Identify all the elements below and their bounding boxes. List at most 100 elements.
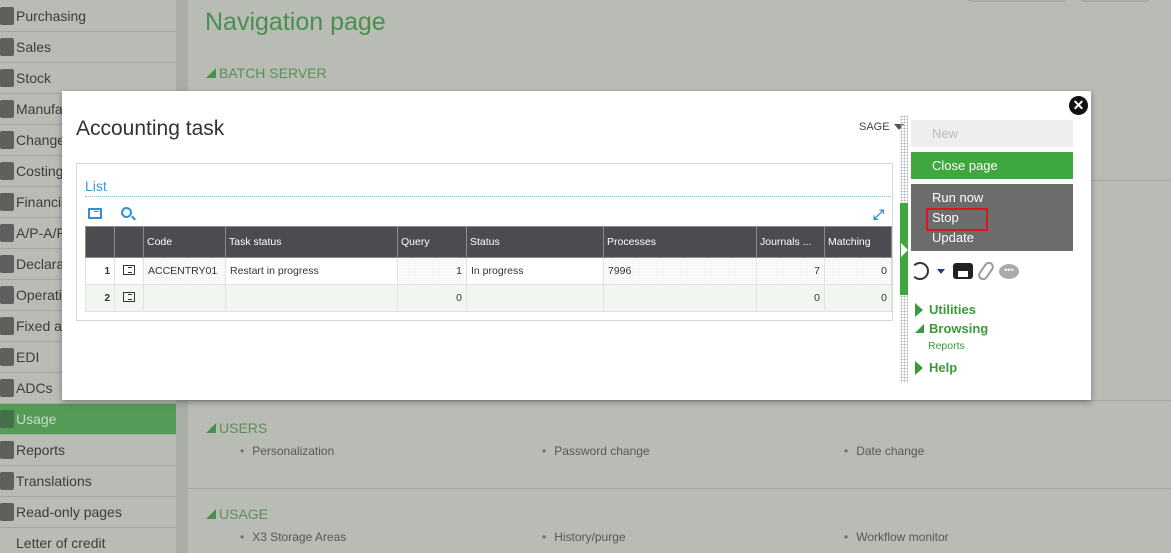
column-header-processes[interactable]: Processes bbox=[603, 226, 757, 258]
expand-icon bbox=[915, 360, 923, 375]
sidebar-item-label: Costing bbox=[16, 163, 64, 179]
refresh-icon[interactable] bbox=[911, 262, 929, 280]
link-personalization[interactable]: Personalization bbox=[240, 444, 334, 458]
stop-button[interactable]: Stop bbox=[932, 210, 959, 225]
link-password-change[interactable]: Password change bbox=[542, 444, 649, 458]
run-now-button[interactable]: Run now bbox=[932, 190, 983, 205]
read-only-icon bbox=[0, 503, 14, 521]
expand-icon[interactable]: ⤢ bbox=[873, 206, 884, 223]
user-menu[interactable]: SAGE bbox=[859, 121, 904, 133]
close-icon[interactable]: ✕ bbox=[1069, 96, 1088, 115]
column-header-matching[interactable]: Matching bbox=[824, 226, 892, 258]
row-number: 1 bbox=[85, 257, 115, 285]
cell-processes[interactable]: 7996 bbox=[603, 257, 757, 285]
sidebar-item-label: Purchasing bbox=[16, 7, 87, 24]
sidebar-item-label: Letter of credit bbox=[16, 535, 106, 551]
comment-icon[interactable]: ••• bbox=[999, 263, 1019, 279]
cell-journals[interactable]: 0 bbox=[756, 284, 825, 312]
section-title: USERS bbox=[219, 420, 268, 436]
sidebar-item-read-only-pages[interactable]: Read-only pages bbox=[0, 497, 176, 528]
cell-task-status bbox=[225, 284, 398, 312]
sales-icon bbox=[0, 38, 14, 56]
column-header-rownum bbox=[85, 226, 115, 258]
row-detail-button[interactable] bbox=[114, 257, 144, 285]
collapse-icon bbox=[206, 423, 216, 433]
nav-reports-link[interactable]: Reports bbox=[928, 340, 965, 352]
search-icon[interactable] bbox=[121, 207, 132, 218]
cell-code[interactable] bbox=[143, 284, 226, 312]
accounting-task-dialog: Accounting task SAGE ✕ List ⤢ Code Task … bbox=[62, 91, 1091, 400]
sidebar-item-label: Stock bbox=[16, 70, 52, 86]
sidebar-item-translations[interactable]: Translations bbox=[0, 466, 176, 497]
column-header-task-status[interactable]: Task status bbox=[225, 226, 398, 258]
sidebar-item-usage[interactable]: Usage bbox=[0, 404, 176, 435]
cell-matching[interactable]: 0 bbox=[824, 284, 892, 312]
column-header-status[interactable]: Status bbox=[466, 226, 604, 258]
sidebar-item-sales[interactable]: Sales bbox=[0, 32, 176, 63]
collapse-panel-handle[interactable] bbox=[900, 203, 908, 295]
list-title: List bbox=[85, 178, 107, 194]
link-date-change[interactable]: Date change bbox=[844, 444, 924, 458]
cell-task-status: Restart in progress bbox=[225, 257, 398, 285]
section-usage[interactable]: USAGE bbox=[206, 506, 268, 522]
link-history-purge[interactable]: History/purge bbox=[542, 530, 625, 544]
printer-icon[interactable] bbox=[953, 263, 973, 279]
top-button[interactable] bbox=[1079, 0, 1151, 2]
nav-label: Browsing bbox=[929, 321, 989, 336]
cell-query[interactable]: 1 bbox=[397, 257, 467, 285]
top-button[interactable] bbox=[966, 0, 1068, 2]
row-detail-icon bbox=[123, 291, 135, 302]
sidebar-item-label: Read-only pages bbox=[16, 504, 122, 520]
link-x3-storage-areas[interactable]: X3 Storage Areas bbox=[240, 530, 346, 544]
cell-query[interactable]: 0 bbox=[397, 284, 467, 312]
expand-icon bbox=[915, 302, 923, 317]
tablet-icon bbox=[0, 379, 14, 397]
collapse-icon bbox=[206, 68, 216, 78]
nav-browsing[interactable]: Browsing bbox=[915, 321, 988, 336]
sidebar-item-label: Sales bbox=[16, 39, 52, 55]
section-title: USAGE bbox=[219, 506, 269, 522]
sidebar-item-purchasing[interactable]: Purchasing bbox=[0, 0, 176, 32]
sidebar-item-stock[interactable]: Stock bbox=[0, 63, 176, 94]
section-users[interactable]: USERS bbox=[206, 420, 267, 436]
link-workflow-monitor[interactable]: Workflow monitor bbox=[844, 530, 948, 544]
update-button[interactable]: Update bbox=[932, 230, 974, 245]
cell-status: In progress bbox=[466, 257, 604, 285]
nav-label: Utilities bbox=[929, 302, 976, 317]
section-title: BATCH SERVER bbox=[219, 65, 327, 81]
row-detail-button[interactable] bbox=[114, 284, 144, 312]
cell-matching[interactable]: 0 bbox=[824, 257, 892, 285]
divider bbox=[85, 196, 891, 197]
cell-processes[interactable] bbox=[603, 284, 757, 312]
new-button[interactable]: New bbox=[911, 120, 1073, 147]
row-number: 2 bbox=[85, 284, 115, 312]
nav-help[interactable]: Help bbox=[915, 360, 957, 375]
close-page-button[interactable]: Close page bbox=[911, 152, 1073, 179]
letter-of-credit-icon bbox=[0, 534, 14, 552]
sidebar-item-reports[interactable]: Reports bbox=[0, 435, 176, 466]
table-row[interactable]: 1 ACCENTRY01 Restart in progress 1 In pr… bbox=[85, 257, 892, 285]
caret-down-icon[interactable] bbox=[937, 268, 945, 274]
collapse-icon bbox=[206, 509, 216, 519]
cell-journals[interactable]: 7 bbox=[756, 257, 825, 285]
nav-utilities[interactable]: Utilities bbox=[915, 302, 976, 317]
action-menu: Run now Stop Update bbox=[911, 184, 1073, 251]
monitor-icon bbox=[0, 317, 14, 335]
purchasing-icon bbox=[0, 6, 14, 25]
column-header-query[interactable]: Query bbox=[397, 226, 467, 258]
column-header-journals[interactable]: Journals ... bbox=[756, 226, 825, 258]
dialog-title: Accounting task bbox=[76, 117, 225, 140]
divider bbox=[188, 400, 1171, 401]
list-view-icon[interactable] bbox=[88, 208, 102, 219]
table-row[interactable]: 2 0 0 0 bbox=[85, 284, 892, 312]
table-header-row: Code Task status Query Status Processes … bbox=[85, 226, 892, 258]
sidebar-item-label: Translations bbox=[16, 473, 92, 489]
sidebar-item-label: Reports bbox=[16, 442, 66, 458]
cell-code[interactable]: ACCENTRY01 bbox=[143, 257, 226, 285]
sidebar-item-letter-of-credit[interactable]: Letter of credit bbox=[0, 528, 176, 553]
attachment-icon[interactable] bbox=[976, 259, 996, 283]
bank-icon bbox=[0, 255, 14, 273]
column-header-code[interactable]: Code bbox=[143, 226, 226, 258]
section-batch-server[interactable]: BATCH SERVER bbox=[206, 65, 327, 81]
operating-icon bbox=[0, 286, 14, 304]
